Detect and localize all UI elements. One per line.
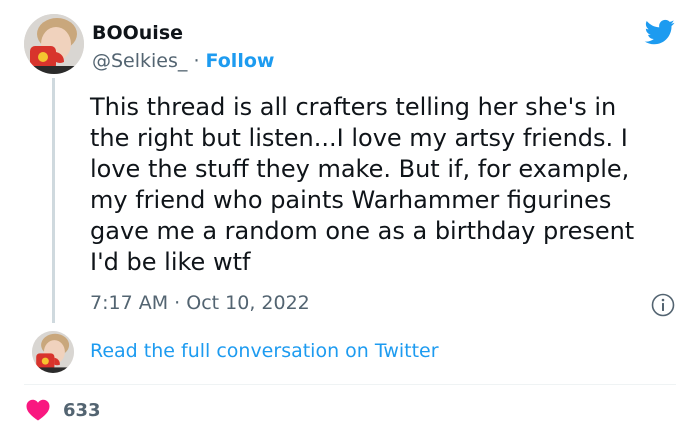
author-handle[interactable]: @Selkies_ bbox=[92, 50, 187, 72]
tweet-text-line: the right but listen...I love my artsy f… bbox=[90, 124, 628, 152]
author-handle-row: @Selkies_ · Follow bbox=[92, 50, 274, 72]
tweet-text-line: gave me a random one as a birthday prese… bbox=[90, 217, 635, 245]
tweet-text-line: I'd be like wtf bbox=[90, 248, 251, 276]
avatar-image bbox=[24, 14, 84, 74]
tweet-text: This thread is all crafters telling her … bbox=[90, 92, 685, 278]
like-button[interactable]: 633 bbox=[26, 396, 101, 424]
read-conversation-link[interactable]: Read the full conversation on Twitter bbox=[90, 340, 439, 362]
tweet-text-line: love the stuff they make. But if, for ex… bbox=[90, 155, 630, 183]
author-display-name[interactable]: BOOuise bbox=[92, 22, 183, 44]
tweet-embed: BOOuise @Selkies_ · Follow This thread i… bbox=[0, 0, 700, 436]
divider bbox=[24, 384, 676, 385]
follow-button[interactable]: Follow bbox=[206, 50, 275, 72]
timestamp-separator: · bbox=[174, 292, 181, 314]
tweet-timestamp[interactable]: 7:17 AM · Oct 10, 2022 bbox=[90, 292, 310, 314]
handle-separator: · bbox=[193, 50, 200, 72]
tweet-text-line: my friend who paints Warhammer figurines bbox=[90, 186, 612, 214]
author-avatar[interactable] bbox=[24, 14, 84, 74]
twitter-bird-icon[interactable] bbox=[643, 17, 677, 47]
tweet-date: Oct 10, 2022 bbox=[186, 292, 310, 314]
thread-connector-line bbox=[52, 78, 55, 323]
heart-icon bbox=[26, 399, 50, 421]
reply-avatar[interactable] bbox=[32, 331, 74, 373]
tweet-text-line: This thread is all crafters telling her … bbox=[90, 93, 617, 121]
avatar-image bbox=[32, 331, 74, 373]
like-count: 633 bbox=[63, 399, 101, 421]
info-icon[interactable] bbox=[651, 293, 675, 317]
tweet-time: 7:17 AM bbox=[90, 292, 169, 314]
